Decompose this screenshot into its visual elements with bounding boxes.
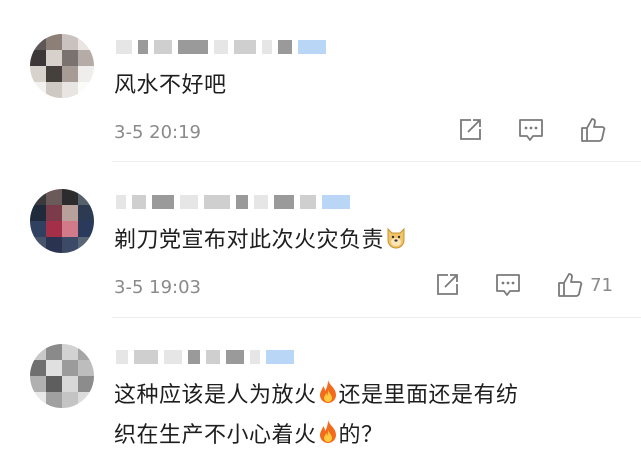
comment-button[interactable] (517, 117, 545, 143)
like-icon (558, 273, 583, 297)
comment-text-part: 织在生产不小心着火 (114, 423, 317, 448)
avatar[interactable] (30, 34, 94, 98)
comment-text: 这种应该是人为放火 还是里面还是有纺 织在生产不小心着火 的？ (114, 376, 614, 456)
fire-emoji (319, 420, 336, 443)
username[interactable] (116, 38, 326, 56)
comment-actions (423, 116, 613, 144)
like-button[interactable] (579, 116, 613, 144)
comment-icon (496, 274, 520, 296)
comment-icon (519, 119, 543, 141)
avatar[interactable] (30, 344, 94, 408)
comment-text-content: 剃刀党宣布对此次火灾负责 (114, 228, 385, 253)
fire-emoji (319, 380, 336, 403)
comment-actions: 71 (400, 271, 613, 299)
comment-text: 风水不好吧 (114, 73, 227, 98)
share-button[interactable] (434, 272, 460, 298)
comment-time: 3-5 20:19 (114, 122, 201, 143)
doge-emoji (387, 227, 405, 249)
share-button[interactable] (457, 117, 483, 143)
comment-button[interactable] (494, 272, 522, 298)
like-icon (581, 118, 606, 142)
share-icon (460, 119, 481, 140)
username[interactable] (116, 348, 294, 366)
avatar[interactable] (30, 189, 94, 253)
like-button[interactable]: 71 (556, 271, 613, 299)
comment-text: 剃刀党宣布对此次火灾负责 (114, 221, 614, 261)
username[interactable] (116, 193, 350, 211)
comment-text-part: 的？ (338, 423, 384, 448)
divider (112, 317, 641, 318)
share-icon (437, 274, 458, 295)
like-count: 71 (590, 274, 613, 296)
comment-text-part: 还是里面还是有纺 (338, 383, 519, 408)
comment-time: 3-5 19:03 (114, 277, 201, 298)
comment-text-part: 这种应该是人为放火 (114, 383, 317, 408)
divider (112, 161, 641, 162)
